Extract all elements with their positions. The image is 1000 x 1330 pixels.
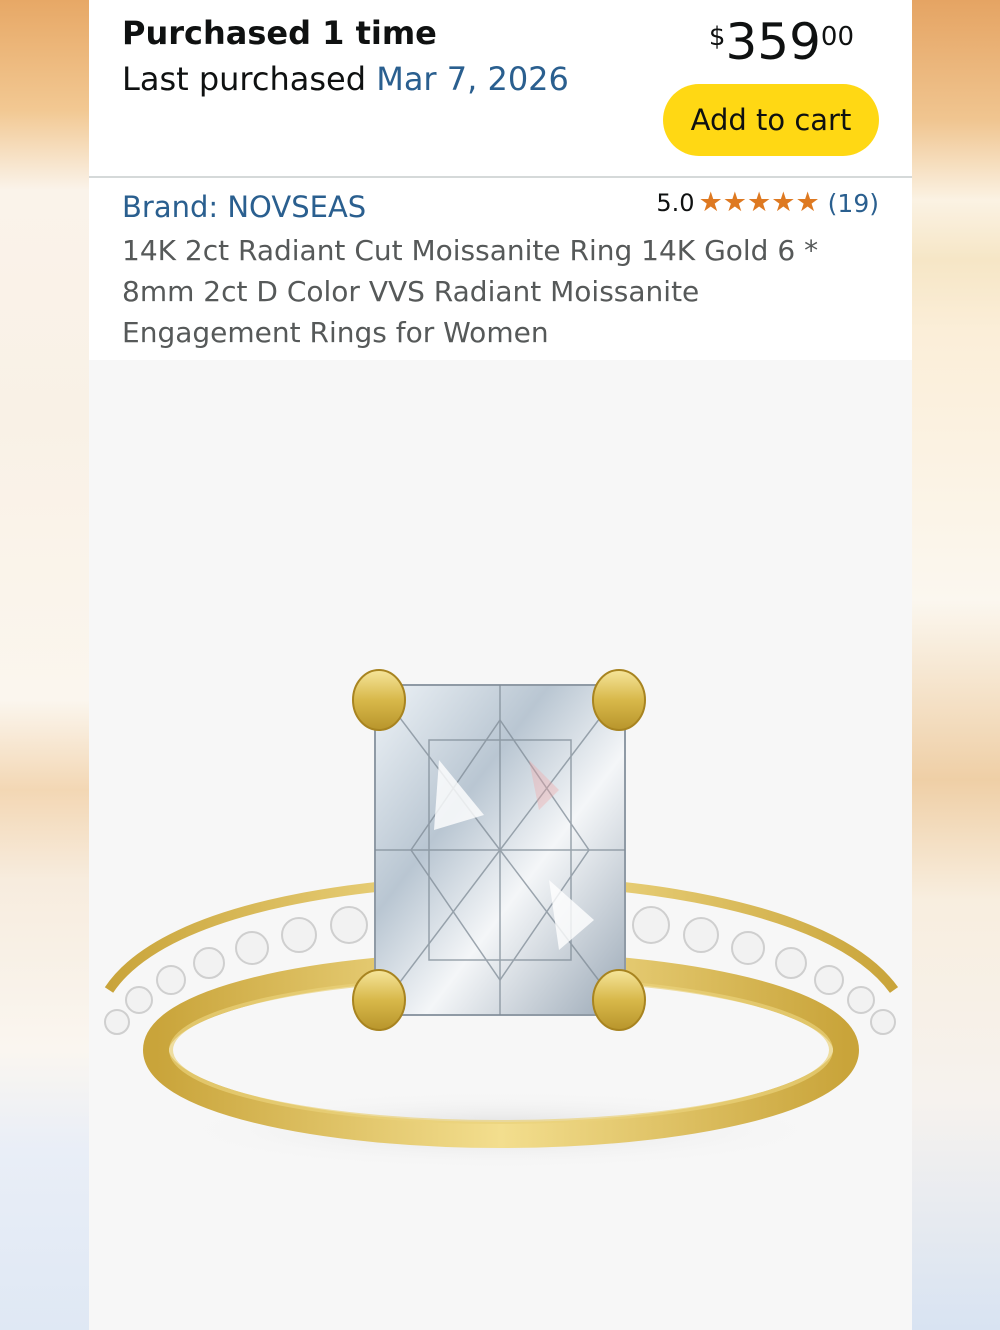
- price-symbol: $: [708, 22, 726, 52]
- purchase-header: Purchased 1 time Last purchased Mar 7, 2…: [89, 0, 912, 178]
- star-icon: ★: [771, 187, 796, 218]
- brand-link[interactable]: Brand: NOVSEAS: [122, 190, 366, 224]
- purchase-count: Purchased 1 time: [122, 14, 437, 52]
- price: $ 359 00: [709, 14, 854, 70]
- rating-score: 5.0: [656, 189, 695, 217]
- product-title[interactable]: 14K 2ct Radiant Cut Moissanite Ring 14K …: [122, 230, 862, 353]
- product-card: Purchased 1 time Last purchased Mar 7, 2…: [89, 0, 912, 1330]
- last-purchased: Last purchased Mar 7, 2026: [122, 60, 569, 98]
- price-whole: 359: [725, 13, 821, 71]
- price-fraction: 00: [820, 22, 854, 52]
- star-icon: ★: [747, 187, 772, 218]
- rating-stars: ★ ★ ★ ★ ★: [699, 188, 820, 218]
- product-image[interactable]: [89, 360, 912, 1330]
- star-icon: ★: [722, 187, 748, 218]
- last-purchased-label: Last purchased: [122, 60, 377, 98]
- star-icon: ★: [795, 187, 820, 218]
- star-icon: ★: [698, 187, 723, 218]
- review-count[interactable]: (19): [828, 189, 879, 218]
- last-purchased-date[interactable]: Mar 7, 2026: [376, 60, 569, 98]
- add-to-cart-button[interactable]: Add to cart: [663, 84, 879, 156]
- rating[interactable]: 5.0 ★ ★ ★ ★ ★ (19): [656, 188, 879, 218]
- product-info: Brand: NOVSEAS 5.0 ★ ★ ★ ★ ★ (19) 14K 2c…: [89, 178, 912, 360]
- ring-image: [104, 669, 899, 1170]
- background-right-edge: [912, 0, 1000, 1330]
